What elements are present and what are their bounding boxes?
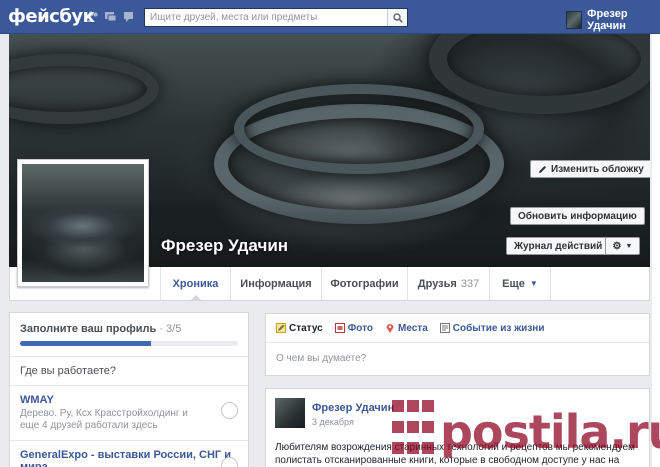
life-event-icon xyxy=(439,323,450,333)
gear-icon: ⚙ xyxy=(612,240,622,252)
composer-tab-label: Статус xyxy=(289,322,323,334)
photo-icon xyxy=(334,323,345,333)
status-input[interactable]: О чем вы думаете? xyxy=(266,343,649,374)
notification-jewels xyxy=(86,10,135,23)
tab-label: Информация xyxy=(240,277,312,290)
cover-image-detail xyxy=(9,54,159,124)
tab-label: Еще xyxy=(502,277,525,290)
composer-tabs: Статус Фото Места Событие из жизни xyxy=(266,314,649,343)
cover-image-detail xyxy=(234,84,484,174)
tab-label: Фотографии xyxy=(330,277,399,290)
friends-count: 337 xyxy=(460,277,480,290)
change-cover-button[interactable]: Изменить обложку xyxy=(530,160,650,178)
search-box xyxy=(144,8,408,27)
profile-progress-fill xyxy=(20,341,151,346)
composer-tab-label: Места xyxy=(397,322,428,334)
profile-progress-header: Заполните ваш профиль · 3/5 xyxy=(10,313,248,335)
list-item[interactable]: GeneralExpo - выставки России, СНГ и мир… xyxy=(10,440,248,467)
composer-tab-status[interactable]: Статус xyxy=(276,323,323,334)
map-pin-icon xyxy=(386,324,394,333)
chevron-down-icon: ▼ xyxy=(529,279,538,288)
composer-tab-label: Событие из жизни xyxy=(452,322,545,334)
watermark-logo-icon xyxy=(392,400,436,460)
list-item[interactable]: WMAY Дерево. Ру, Ксх Красстройхолдинг и … xyxy=(10,385,248,440)
messages-icon[interactable] xyxy=(104,10,117,23)
facebook-logo[interactable]: фейсбук xyxy=(8,6,95,27)
top-user-name: Фрезер Удачин xyxy=(587,8,628,32)
profile-picture-image xyxy=(22,164,144,282)
work-question-row: Где вы работаете? xyxy=(10,356,248,385)
settings-dropdown-button[interactable]: ⚙ ▼ xyxy=(605,237,640,255)
tab-timeline[interactable]: Хроника xyxy=(160,267,230,301)
search-button[interactable] xyxy=(387,9,407,26)
top-profile-link[interactable]: Фрезер Удачин xyxy=(566,8,660,32)
notifications-icon[interactable] xyxy=(122,10,135,23)
top-bar: фейсбук Фрезер Удачин xyxy=(0,0,660,34)
profile-completion-card: Заполните ваш профиль · 3/5 Где вы работ… xyxy=(9,312,249,467)
avatar xyxy=(566,11,583,29)
composer-tab-photo[interactable]: Фото xyxy=(334,322,373,334)
profile-name[interactable]: Фрезер Удачин xyxy=(161,236,288,256)
composer-tab-places[interactable]: Места xyxy=(385,323,428,334)
post-author-avatar[interactable] xyxy=(275,398,305,428)
watermark: postila.ru xyxy=(440,405,660,459)
post-author-name[interactable]: Фрезер Удачин xyxy=(312,402,394,414)
activity-log-button[interactable]: Журнал действий xyxy=(506,237,611,255)
search-icon xyxy=(392,12,403,23)
pencil-icon xyxy=(276,323,286,333)
tab-photos[interactable]: Фотографии xyxy=(321,267,407,300)
workplace-title[interactable]: GeneralExpo - выставки России, СНГ и мир… xyxy=(20,449,238,467)
profile-progress-fraction: · 3/5 xyxy=(159,323,182,335)
tab-label: Друзья xyxy=(417,277,457,290)
change-cover-label: Изменить обложку xyxy=(551,163,644,175)
tab-label: Хроника xyxy=(172,277,219,290)
composer-tab-label: Фото xyxy=(347,322,373,334)
update-info-button[interactable]: Обновить информацию xyxy=(510,207,645,225)
composer-tab-life-event[interactable]: Событие из жизни xyxy=(439,322,545,334)
select-radio[interactable] xyxy=(221,402,238,419)
chevron-down-icon: ▼ xyxy=(625,242,633,250)
tab-about[interactable]: Информация xyxy=(230,267,321,300)
activity-log-label: Журнал действий xyxy=(514,240,603,252)
post-date[interactable]: 3 декабря xyxy=(312,417,354,427)
select-radio[interactable] xyxy=(221,457,238,467)
cover-image-detail xyxy=(429,34,650,114)
friend-requests-icon[interactable] xyxy=(86,10,99,23)
profile-picture[interactable] xyxy=(17,159,149,287)
right-edge-panel xyxy=(652,34,660,467)
update-info-label: Обновить информацию xyxy=(518,210,637,222)
profile-progress-bar xyxy=(20,341,238,346)
workplace-title[interactable]: WMAY xyxy=(20,394,238,406)
work-question: Где вы работаете? xyxy=(20,365,116,377)
profile-progress-title: Заполните ваш профиль xyxy=(20,323,157,335)
tab-friends[interactable]: Друзья 337 xyxy=(407,267,489,300)
workplace-subtitle: Дерево. Ру, Ксх Красстройхолдинг и еще 4… xyxy=(20,408,188,431)
search-input[interactable] xyxy=(145,9,385,26)
pencil-icon xyxy=(539,165,546,173)
tab-more[interactable]: Еще ▼ xyxy=(489,267,551,300)
status-composer: Статус Фото Места Событие из жизни О чем… xyxy=(265,313,650,376)
